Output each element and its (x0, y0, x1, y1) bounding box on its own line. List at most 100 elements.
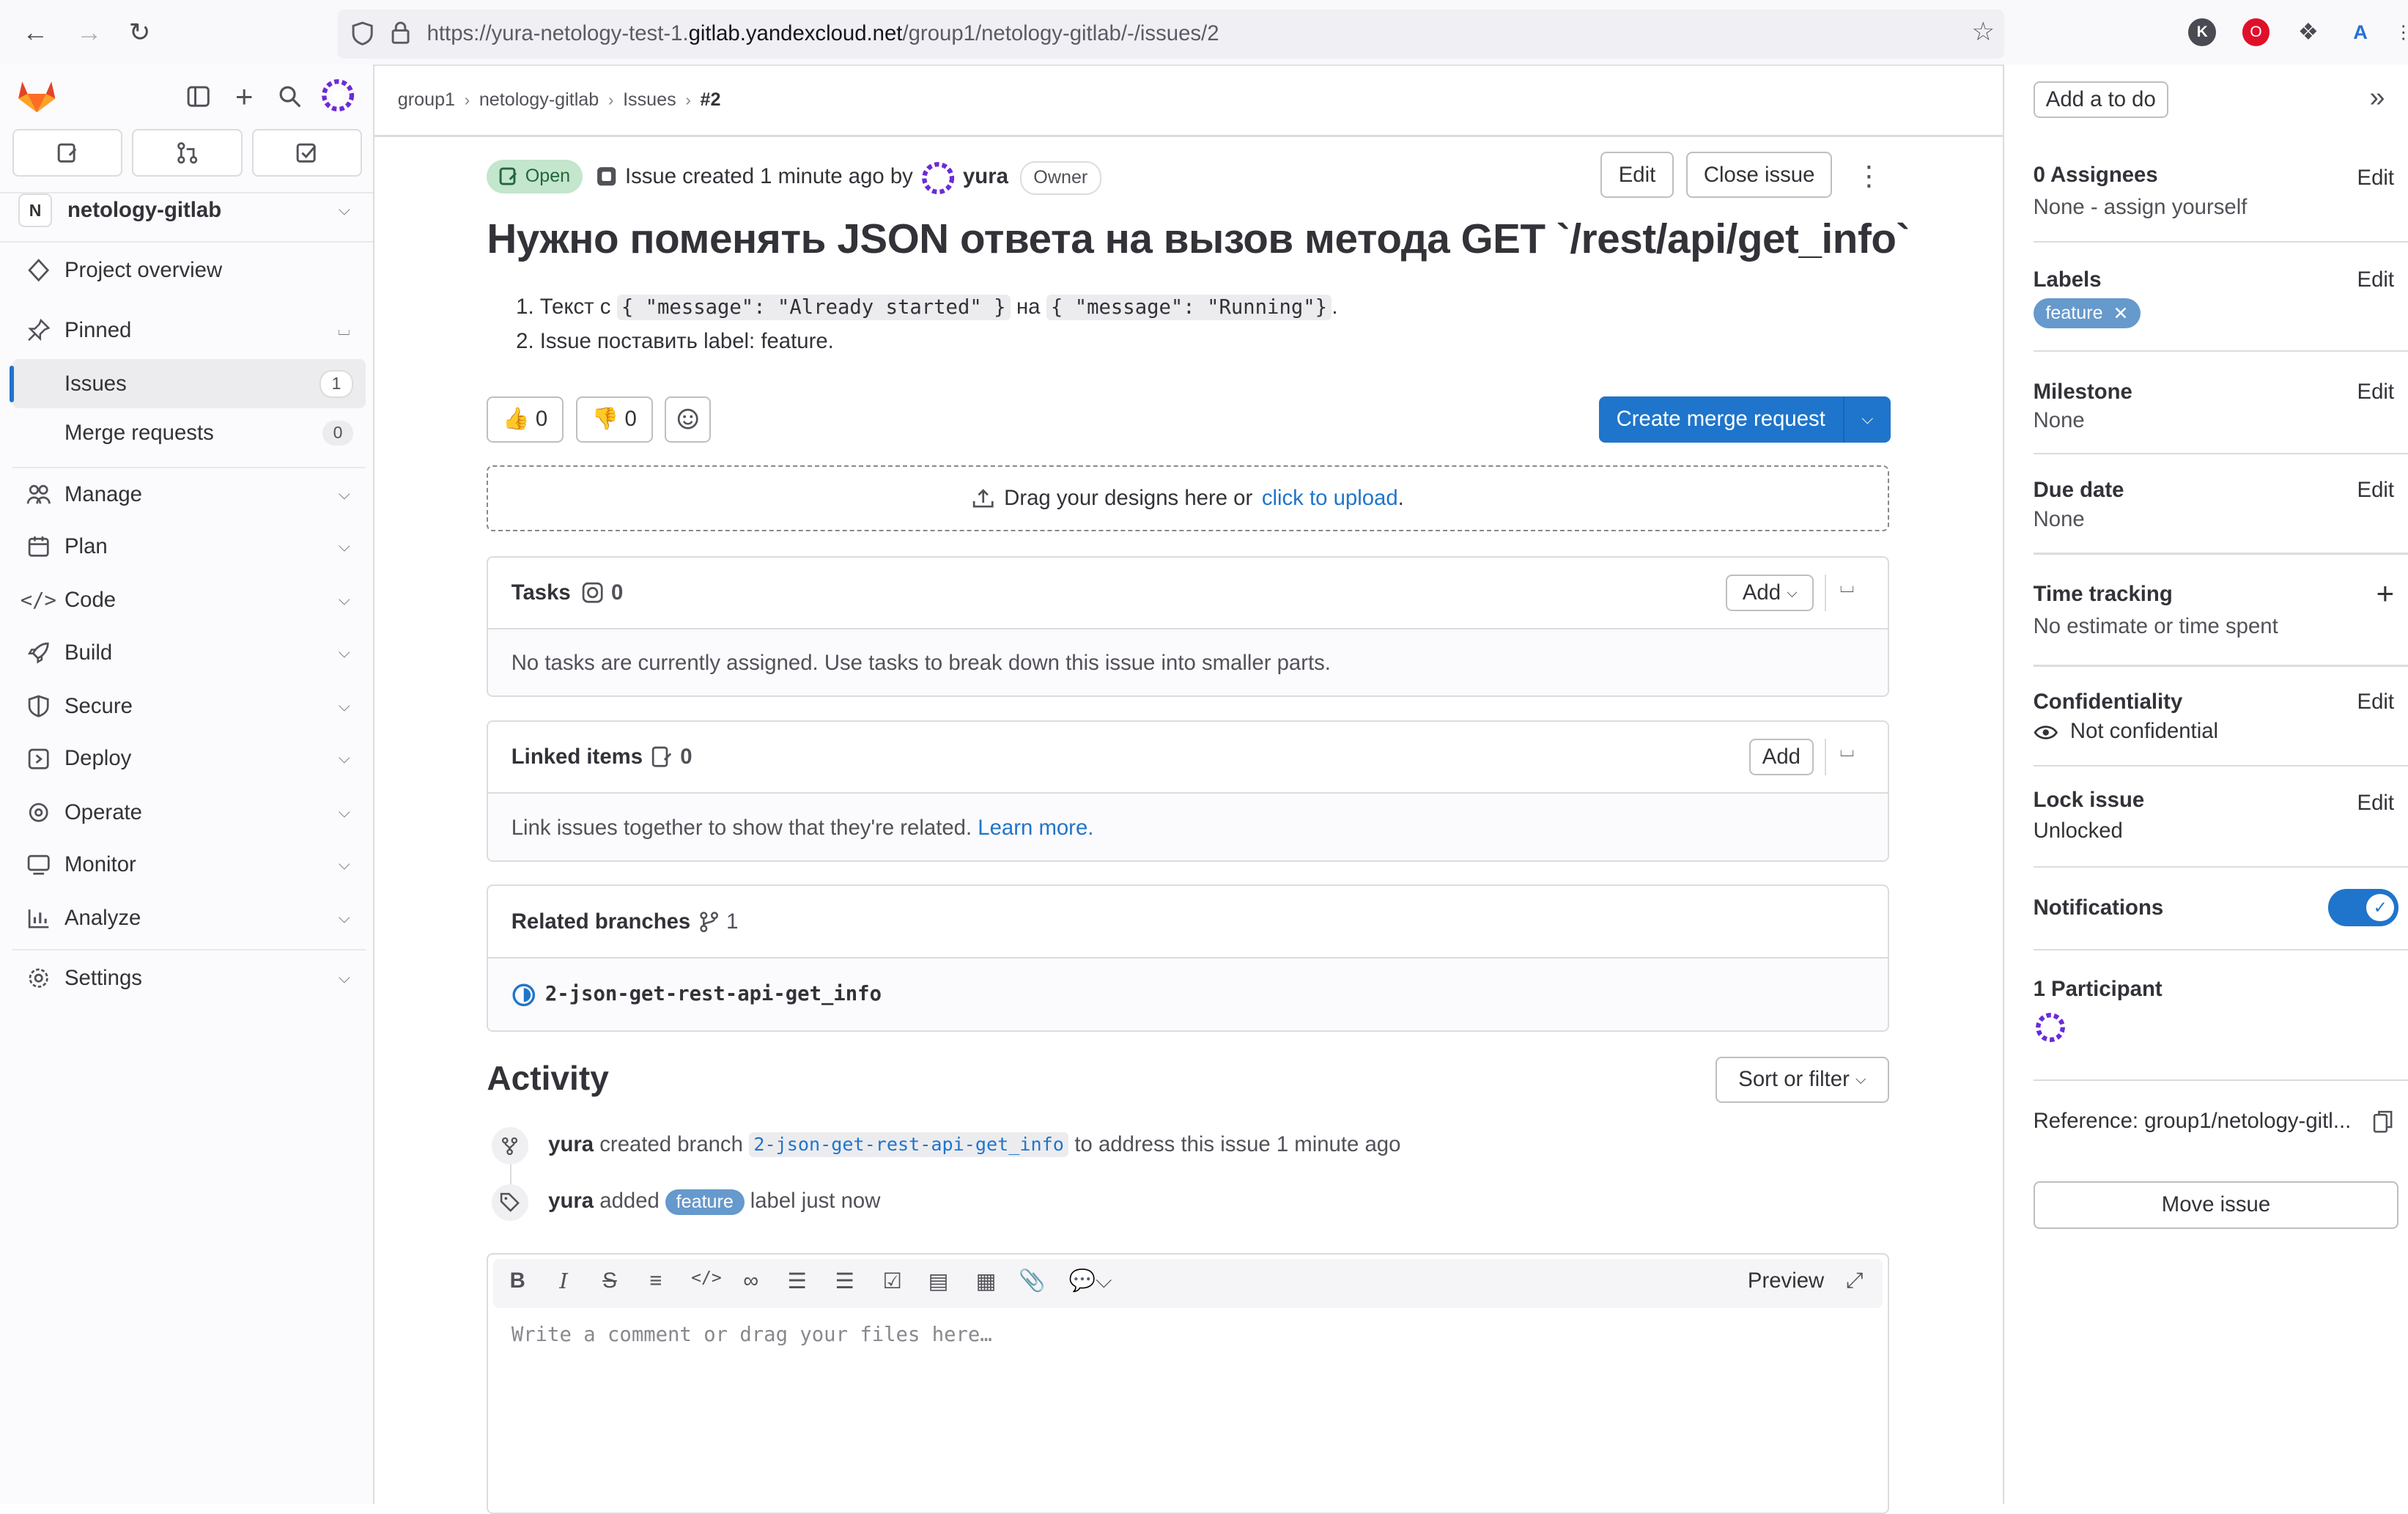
fullscreen-icon[interactable]: ⤢ (1846, 1269, 1863, 1293)
attach-file-icon[interactable]: 📎 (1018, 1269, 1046, 1293)
sidebar-item-label: Merge requests (64, 420, 214, 445)
edit-confidentiality-link[interactable]: Edit (2357, 690, 2395, 714)
sidebar-item-settings[interactable]: Settings ⌵ (12, 953, 366, 1002)
breadcrumb-group[interactable]: group1 (398, 89, 455, 111)
more-actions-icon[interactable]: ⋮ (1855, 160, 1883, 191)
collapse-sidebar-icon[interactable]: » (2370, 81, 2385, 113)
learn-more-link[interactable]: Learn more. (978, 816, 1093, 840)
todo-tab-button[interactable] (251, 129, 363, 177)
italic-icon[interactable]: I (550, 1269, 577, 1293)
add-task-button[interactable]: Add ⌵ (1726, 574, 1814, 611)
upload-link[interactable]: click to upload (1262, 486, 1398, 511)
search-icon[interactable] (273, 80, 307, 114)
collapsible-section-icon[interactable]: ▤ (925, 1269, 953, 1294)
create-merge-request-button[interactable]: Create merge request (1599, 396, 1844, 443)
sidebar-item-pinned[interactable]: Pinned ⌴ (12, 306, 366, 355)
edit-due-date-link[interactable]: Edit (2357, 478, 2395, 503)
add-time-plus-icon[interactable]: + (2376, 576, 2394, 611)
opera-extension-icon[interactable]: O (2242, 18, 2270, 46)
thumbs-up-button[interactable]: 👍 0 (487, 396, 564, 443)
tasks-empty-text: No tasks are currently assigned. Use tas… (511, 651, 1331, 676)
sidebar-item-merge-requests[interactable]: Merge requests 0 (12, 408, 366, 457)
more-icon[interactable]: ⋮ (2390, 18, 2408, 46)
copy-icon[interactable] (2373, 1110, 2393, 1133)
edit-assignees-link[interactable]: Edit (2357, 166, 2395, 191)
comment-input[interactable]: Write a comment or drag your files here… (511, 1323, 992, 1346)
sidebar-item-analyze[interactable]: Analyze ⌵ (12, 894, 366, 943)
branch-link[interactable]: 2-json-get-rest-api-get_info (545, 983, 882, 1005)
address-bar[interactable]: https://yura-netology-test-1.gitlab.yand… (338, 9, 2004, 59)
merge-requests-tab-button[interactable] (132, 129, 243, 177)
translate-extension-icon[interactable]: A (2346, 18, 2374, 46)
author-name[interactable]: yura (963, 164, 1008, 189)
k-extension-icon[interactable]: K (2188, 18, 2217, 46)
extensions-puzzle-icon[interactable]: ❖ (2294, 18, 2322, 46)
forward-icon[interactable]: → (72, 15, 106, 49)
add-reaction-button[interactable] (665, 396, 712, 443)
assigned-issues-button[interactable] (12, 129, 123, 177)
activity-user[interactable]: yura (548, 1132, 594, 1156)
sidebar-item-issues[interactable]: Issues 1 (9, 359, 366, 409)
add-linked-item-button[interactable]: Add (1748, 738, 1814, 776)
sidebar-item-code[interactable]: </> Code ⌵ (12, 576, 366, 625)
thumbs-down-icon: 👎 (591, 407, 619, 432)
sidebar-toggle-icon[interactable] (181, 80, 215, 114)
code-icon[interactable]: </> (691, 1269, 722, 1288)
gitlab-logo-icon[interactable] (17, 77, 56, 114)
edit-milestone-link[interactable]: Edit (2357, 380, 2395, 405)
bullet-list-icon[interactable]: ☰ (783, 1269, 811, 1294)
breadcrumb: group1 › netology-gitlab › Issues › #2 (397, 89, 721, 111)
sidebar-item-secure[interactable]: Secure ⌵ (12, 682, 366, 731)
chevron-down-icon[interactable]: ⌵ (1844, 396, 1891, 443)
label-badge[interactable]: feature (665, 1189, 745, 1216)
strikethrough-icon[interactable]: S (596, 1269, 624, 1293)
sidebar-item-plan[interactable]: Plan ⌵ (12, 522, 366, 572)
back-icon[interactable]: ← (18, 15, 52, 49)
sidebar-item-operate[interactable]: Operate ⌵ (12, 788, 366, 837)
bookmark-star-icon[interactable]: ☆ (1971, 17, 1995, 47)
reload-icon[interactable]: ↻ (123, 15, 157, 49)
design-upload-dropzone[interactable]: Drag your designs here or click to upload… (487, 465, 1889, 532)
quote-icon[interactable]: ≡ (642, 1269, 670, 1293)
author-avatar[interactable] (920, 160, 956, 196)
thumbs-down-button[interactable]: 👎 0 (575, 396, 653, 443)
activity-user[interactable]: yura (548, 1189, 594, 1213)
label-badge[interactable]: feature ✕ (2033, 298, 2141, 329)
breadcrumb-current[interactable]: #2 (701, 89, 721, 111)
link-icon[interactable]: ∞ (737, 1269, 765, 1293)
task-list-icon[interactable]: ☑ (879, 1269, 906, 1294)
sort-or-filter-button[interactable]: Sort or filter ⌵ (1715, 1056, 1889, 1103)
comment-templates-icon[interactable]: 💬⌵ (1068, 1269, 1114, 1293)
activity-entry: yura created branch 2-json-get-rest-api-… (548, 1131, 1401, 1157)
add-todo-button[interactable]: Add a to do (2033, 81, 2168, 119)
assignees-value[interactable]: None - assign yourself (2034, 195, 2248, 220)
numbered-list-icon[interactable]: ☰ (831, 1269, 859, 1294)
close-issue-button[interactable]: Close issue (1686, 152, 1833, 199)
activity-branch-link[interactable]: 2-json-get-rest-api-get_info (749, 1132, 1069, 1157)
notifications-toggle[interactable]: ✓ (2327, 889, 2399, 926)
new-plus-icon[interactable]: + (227, 79, 261, 114)
sidebar-item-build[interactable]: Build ⌵ (12, 628, 366, 677)
edit-labels-link[interactable]: Edit (2357, 267, 2395, 292)
edit-lock-link[interactable]: Edit (2357, 791, 2395, 816)
remove-label-icon[interactable]: ✕ (2113, 303, 2129, 325)
preview-button[interactable]: Preview (1748, 1269, 1824, 1293)
project-switcher[interactable]: N netology-gitlab ⌵ (12, 186, 366, 235)
sidebar-item-deploy[interactable]: Deploy ⌵ (12, 734, 366, 783)
edit-issue-button[interactable]: Edit (1600, 152, 1674, 199)
linked-items-header: Linked items 0 Add ⌴ (488, 722, 1888, 794)
sidebar-item-project-overview[interactable]: Project overview (12, 245, 366, 295)
assignees-title: 0 Assignees (2033, 163, 2158, 188)
participant-avatar[interactable] (2034, 1011, 2067, 1044)
planning-icon (12, 535, 64, 558)
move-issue-button[interactable]: Move issue (2033, 1181, 2399, 1229)
collapse-chevron-icon[interactable]: ⌴ (1840, 740, 1855, 762)
sidebar-item-manage[interactable]: Manage ⌵ (12, 470, 366, 519)
collapse-chevron-icon[interactable]: ⌴ (1840, 576, 1855, 598)
breadcrumb-issues[interactable]: Issues (623, 89, 676, 111)
sidebar-item-monitor[interactable]: Monitor ⌵ (12, 840, 366, 889)
user-avatar[interactable] (320, 77, 356, 114)
table-icon[interactable]: ▦ (972, 1269, 1000, 1294)
bold-icon[interactable]: B (503, 1269, 531, 1293)
breadcrumb-project[interactable]: netology-gitlab (479, 89, 599, 111)
